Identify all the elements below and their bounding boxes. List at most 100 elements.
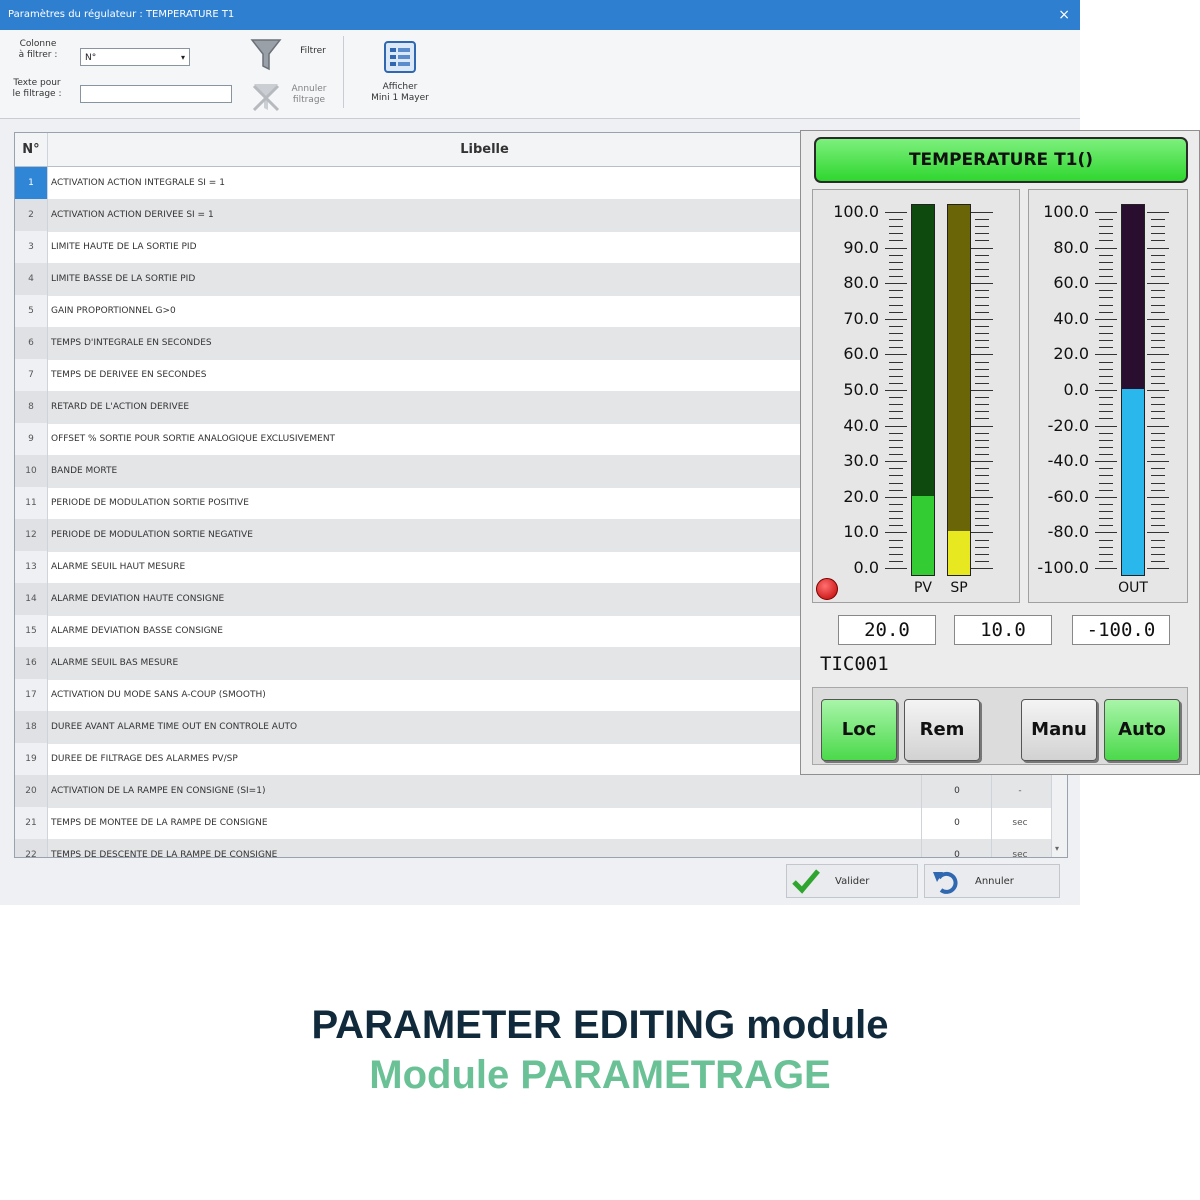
scale-tick: [1151, 489, 1165, 491]
chevron-down-icon: ▾: [180, 53, 185, 62]
scale-tick: [1099, 325, 1113, 327]
scale-tick: [975, 340, 989, 342]
scale-tick: [1099, 254, 1113, 256]
scale-tick: [885, 247, 907, 249]
scale-tick: [889, 254, 903, 256]
scale-tick: [1095, 390, 1117, 391]
scale-tick-label: 90.0: [843, 237, 879, 257]
scale-tick: [889, 261, 903, 263]
close-icon[interactable]: ×: [1058, 0, 1070, 30]
cancel-filter-label[interactable]: Annuler filtrage: [286, 84, 332, 106]
scale-tick: [1099, 404, 1113, 406]
scale-tick: [1151, 432, 1165, 434]
filter-funnel-icon[interactable]: [248, 36, 284, 74]
filter-text-label: Texte pour le filtrage :: [12, 78, 62, 99]
scale-tick: [1099, 418, 1113, 420]
scale-tick: [1151, 261, 1165, 263]
scale-tick: [1147, 568, 1169, 569]
row-label: ACTIVATION ACTION DERIVEE SI = 1: [51, 210, 214, 220]
scale-tick: [889, 297, 903, 299]
scale-tick: [971, 318, 993, 320]
scale-tick: [1151, 333, 1165, 335]
scale-tick-label: 40.0: [1053, 308, 1089, 328]
row-number: 15: [15, 615, 48, 647]
scale-tick: [975, 439, 989, 441]
scale-tick: [1099, 539, 1113, 541]
window-titlebar: Paramètres du régulateur : TEMPERATURE T…: [0, 0, 1080, 30]
row-label: LIMITE HAUTE DE LA SORTIE PID: [51, 242, 197, 252]
scale-tick: [889, 546, 903, 548]
row-number: 18: [15, 711, 48, 743]
scale-tick: [1151, 382, 1165, 384]
scale-tick: [1147, 354, 1169, 356]
row-label: TEMPS DE DESCENTE DE LA RAMPE DE CONSIGN…: [51, 850, 278, 858]
filter-column-value: N°: [85, 53, 97, 63]
scale-tick: [1095, 354, 1117, 356]
scale-tick: [975, 503, 989, 505]
scale-tick: [1099, 439, 1113, 441]
scale-tick: [889, 325, 903, 327]
scale-tick: [1151, 368, 1165, 370]
manu-button[interactable]: Manu: [1021, 699, 1097, 761]
scale-tick: [889, 525, 903, 527]
pv-label: PV: [913, 580, 933, 596]
scale-tick: [975, 489, 989, 491]
rem-button[interactable]: Rem: [904, 699, 980, 761]
auto-button[interactable]: Auto: [1104, 699, 1180, 761]
scale-tick: [1095, 568, 1117, 569]
validate-button[interactable]: Valider: [786, 864, 918, 898]
scale-tick-label: 0.0: [1063, 380, 1089, 399]
table-row[interactable]: 22 TEMPS DE DESCENTE DE LA RAMPE DE CONSI…: [15, 839, 1067, 858]
scale-tick: [971, 247, 993, 249]
table-row[interactable]: 21 TEMPS DE MONTEE DE LA RAMPE DE CONSIGN…: [15, 807, 1067, 840]
scale-tick: [975, 290, 989, 292]
filter-button-label[interactable]: Filtrer: [290, 46, 336, 57]
scale-tick: [1151, 475, 1165, 477]
scale-tick: [1151, 468, 1165, 470]
row-label: TEMPS D'INTEGRALE EN SECONDES: [51, 338, 212, 348]
scroll-down-icon[interactable]: ▾: [1055, 844, 1059, 853]
caption-english: PARAMETER EDITING module: [311, 1003, 889, 1047]
row-value[interactable]: 0: [921, 839, 992, 857]
show-panel-icon[interactable]: [382, 39, 418, 75]
scale-tick-label: 80.0: [1053, 237, 1089, 257]
column-header-num[interactable]: N°: [15, 133, 48, 166]
scale-tick: [1099, 226, 1113, 228]
scale-tick: [971, 390, 993, 391]
scale-tick: [889, 375, 903, 377]
scale-tick: [1099, 489, 1113, 491]
cancel-filter-icon[interactable]: [248, 80, 284, 116]
scale-tick: [1151, 525, 1165, 527]
scale-tick: [889, 468, 903, 470]
row-label: TEMPS DE MONTEE DE LA RAMPE DE CONSIGNE: [51, 818, 268, 828]
loc-button[interactable]: Loc: [821, 699, 897, 761]
row-value[interactable]: 0: [921, 807, 992, 839]
out-value-display[interactable]: -100.0: [1072, 615, 1170, 645]
cancel-label: Annuler: [975, 876, 1014, 887]
show-panel-label[interactable]: Afficher Mini 1 Mayer: [362, 82, 438, 104]
row-value[interactable]: 0: [921, 775, 992, 807]
cancel-button[interactable]: Annuler: [924, 864, 1060, 898]
scale-tick: [975, 511, 989, 513]
scale-tick: [889, 226, 903, 228]
filter-text-input[interactable]: [80, 85, 232, 103]
scale-tick: [975, 254, 989, 256]
scale-tick: [1099, 361, 1113, 363]
scale-tick: [889, 482, 903, 484]
pv-bar: [911, 204, 935, 576]
scale-tick: [971, 212, 993, 213]
table-row[interactable]: 20 ACTIVATION DE LA RAMPE EN CONSIGNE (SI…: [15, 775, 1067, 808]
sp-value-display[interactable]: 10.0: [954, 615, 1052, 645]
scale-tick: [975, 539, 989, 541]
scale-tick: [975, 333, 989, 335]
column-header-label[interactable]: Libelle: [48, 133, 921, 166]
scale-tick: [1099, 304, 1113, 306]
scale-tick: [1099, 261, 1113, 263]
row-unit: sec: [991, 807, 1048, 839]
scale-tick: [975, 382, 989, 384]
filter-column-select[interactable]: N° ▾: [80, 48, 190, 66]
scale-tick: [1099, 347, 1113, 349]
scale-tick-label: 20.0: [1053, 344, 1089, 364]
row-label: ACTIVATION DU MODE SANS A-COUP (SMOOTH): [51, 690, 266, 700]
scale-tick: [1151, 418, 1165, 420]
